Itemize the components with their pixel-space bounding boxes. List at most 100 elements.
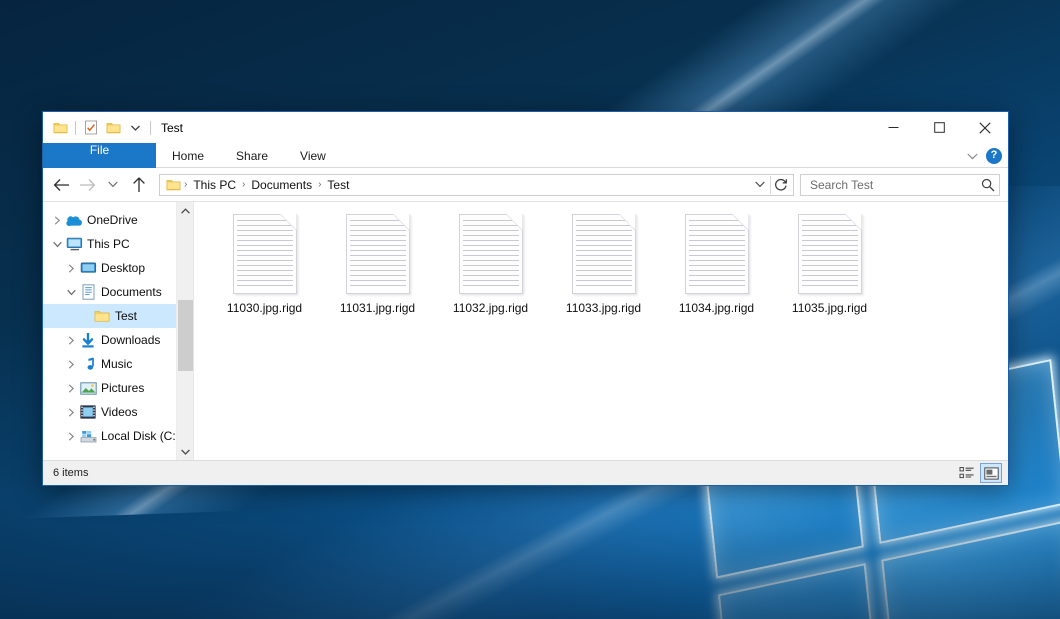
file-name-label: 11033.jpg.rigd [566, 301, 641, 315]
monitor-icon [65, 236, 83, 252]
document-icon [79, 284, 97, 300]
navigation-pane: OneDrive This PC Desktop Documents Test Downl… [43, 202, 193, 460]
search-icon[interactable] [981, 178, 995, 192]
address-dropdown-icon[interactable] [750, 175, 770, 195]
sidebar-item-label: OneDrive [87, 213, 138, 227]
wallpaper-bottom-vignette [0, 499, 1060, 619]
help-icon[interactable]: ? [986, 148, 1002, 164]
sidebar-item-label: Music [101, 357, 132, 371]
file-item[interactable]: 11034.jpg.rigd [660, 214, 773, 315]
file-list-view[interactable]: 11030.jpg.rigd 11031.jpg.rigd11032.jpg.ri… [193, 202, 1008, 460]
breadcrumb: › This PC › Documents › Test [183, 178, 750, 192]
sidebar-item-test[interactable]: Test [43, 304, 193, 328]
navigation-bar: › This PC › Documents › Test [43, 168, 1008, 201]
file-name-label: 11030.jpg.rigd [227, 301, 302, 315]
generic-document-icon [346, 214, 410, 294]
sidebar-item-desktop[interactable]: Desktop [43, 256, 193, 280]
back-button[interactable] [49, 173, 73, 197]
up-button[interactable] [127, 173, 151, 197]
cloud-icon [65, 212, 83, 228]
music-icon [79, 356, 97, 372]
sidebar-item-label: Documents [101, 285, 162, 299]
sidebar-item-onedrive[interactable]: OneDrive [43, 208, 193, 232]
address-bar[interactable]: › This PC › Documents › Test [159, 174, 794, 196]
forward-button[interactable] [75, 173, 99, 197]
sidebar-item-documents[interactable]: Documents [43, 280, 193, 304]
qat-separator-1 [75, 121, 76, 135]
navigation-pane-scrollbar[interactable] [176, 202, 193, 460]
sidebar-item-label: This PC [87, 237, 130, 251]
customize-chevron-icon[interactable] [124, 117, 146, 139]
recent-locations-button[interactable] [101, 173, 125, 197]
tab-home[interactable]: Home [156, 143, 220, 168]
drive-icon [79, 428, 97, 444]
chevron-right-icon[interactable] [63, 264, 79, 273]
status-bar: 6 items [43, 460, 1008, 485]
large-icons-view-button[interactable] [980, 463, 1002, 483]
address-folder-icon [166, 178, 181, 192]
file-name-label: 11035.jpg.rigd [792, 301, 867, 315]
scrollbar-track[interactable] [177, 219, 194, 443]
close-button[interactable] [962, 112, 1008, 143]
new-folder-icon[interactable] [102, 117, 124, 139]
search-box[interactable] [800, 174, 1000, 196]
tab-view[interactable]: View [284, 143, 342, 168]
sidebar-item-this-pc[interactable]: This PC [43, 232, 193, 256]
breadcrumb-item-documents[interactable]: Documents [246, 178, 317, 192]
chevron-down-icon[interactable] [49, 241, 65, 248]
sidebar-item-downloads[interactable]: Downloads [43, 328, 193, 352]
window-controls [870, 112, 1008, 143]
window-body: OneDrive This PC Desktop Documents Test Downl… [43, 201, 1008, 460]
scrollbar-thumb[interactable] [178, 300, 193, 372]
file-grid: 11030.jpg.rigd 11031.jpg.rigd11032.jpg.ri… [194, 202, 1008, 325]
scroll-up-arrow-icon[interactable] [177, 202, 194, 219]
chevron-right-icon[interactable] [63, 336, 79, 345]
tab-share[interactable]: Share [220, 143, 284, 168]
details-view-button[interactable] [956, 463, 978, 483]
chevron-down-icon[interactable] [63, 289, 79, 296]
sidebar-item-music[interactable]: Music [43, 352, 193, 376]
chevron-right-icon[interactable] [49, 216, 65, 225]
sidebar-item-videos[interactable]: Videos [43, 400, 193, 424]
chevron-down-icon[interactable] [967, 149, 978, 163]
generic-document-icon [685, 214, 749, 294]
minimize-button[interactable] [870, 112, 916, 143]
tab-file[interactable]: File [43, 143, 156, 168]
file-item[interactable]: 11030.jpg.rigd [208, 214, 321, 315]
file-explorer-window: Test File Home Share View ? [42, 111, 1009, 486]
address-bar-controls [750, 175, 791, 195]
properties-icon[interactable] [80, 117, 102, 139]
generic-document-icon [572, 214, 636, 294]
ribbon-tab-strip: File Home Share View ? [43, 143, 1008, 168]
search-input[interactable] [808, 177, 981, 193]
file-name-label: 11034.jpg.rigd [679, 301, 754, 315]
refresh-icon[interactable] [771, 175, 791, 195]
sidebar-item-label: Test [115, 309, 137, 323]
desktop-icon [79, 260, 97, 276]
generic-document-icon [233, 214, 297, 294]
generic-document-icon [798, 214, 862, 294]
chevron-right-icon[interactable] [63, 384, 79, 393]
sidebar-item-local-disk-c[interactable]: Local Disk (C:) [43, 424, 193, 448]
sidebar-item-pictures[interactable]: Pictures [43, 376, 193, 400]
file-item[interactable]: 11032.jpg.rigd [434, 214, 547, 315]
chevron-right-icon[interactable] [63, 432, 79, 441]
chevron-right-icon[interactable] [63, 360, 79, 369]
generic-document-icon [459, 214, 523, 294]
folder-tree: OneDrive This PC Desktop Documents Test Downl… [43, 208, 193, 448]
file-item[interactable]: 11035.jpg.rigd [773, 214, 886, 315]
breadcrumb-item-test[interactable]: Test [322, 178, 354, 192]
item-count-label: 6 items [53, 467, 88, 479]
sidebar-item-label: Downloads [101, 333, 160, 347]
file-item[interactable]: 11033.jpg.rigd [547, 214, 660, 315]
sidebar-item-label: Local Disk (C:) [101, 429, 180, 443]
file-item[interactable]: 11031.jpg.rigd [321, 214, 434, 315]
folder-icon[interactable] [49, 117, 71, 139]
chevron-right-icon[interactable] [63, 408, 79, 417]
scroll-down-arrow-icon[interactable] [177, 443, 194, 460]
sidebar-item-label: Pictures [101, 381, 144, 395]
sidebar-item-label: Videos [101, 405, 137, 419]
breadcrumb-item-this-pc[interactable]: This PC [188, 178, 241, 192]
ribbon-right-controls: ? [967, 143, 1002, 168]
maximize-button[interactable] [916, 112, 962, 143]
